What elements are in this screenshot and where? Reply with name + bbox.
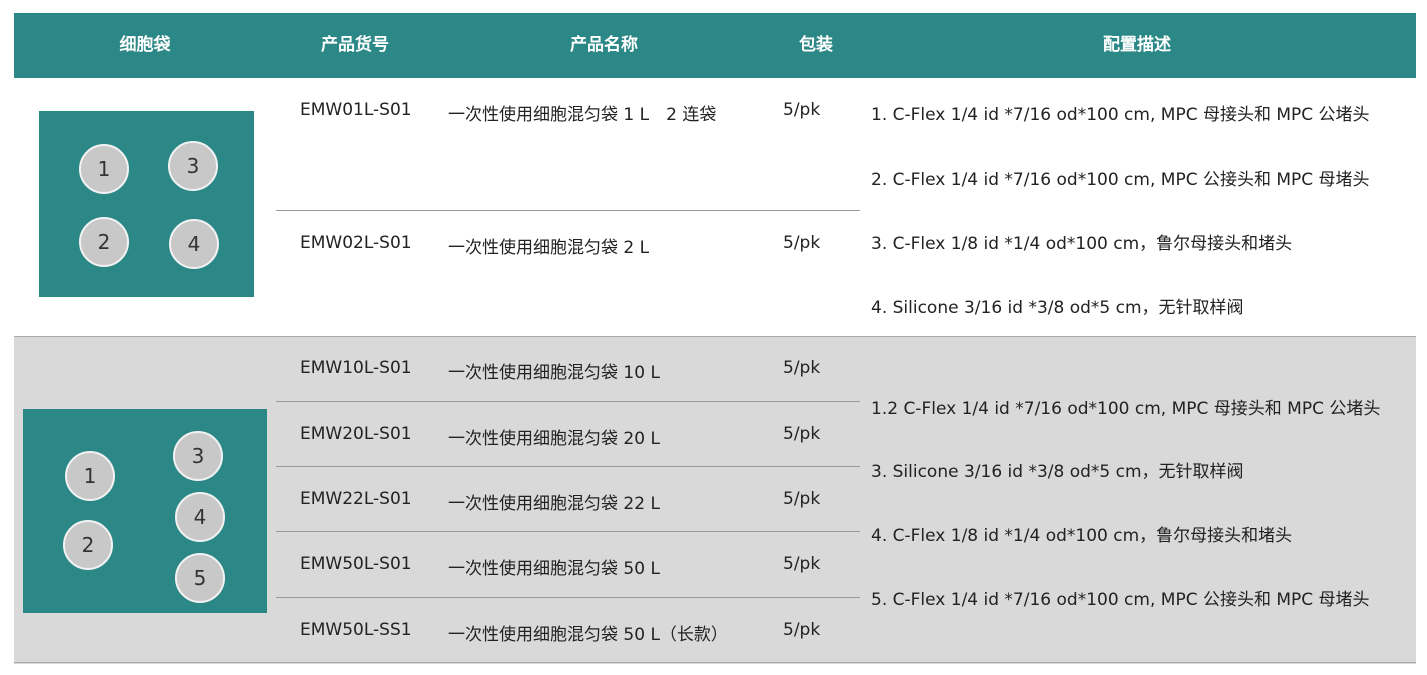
product-name: 一次性使用细胞混匀袋 10 L <box>448 363 660 383</box>
port-icon: 3 <box>173 431 223 481</box>
product-name: 一次性使用细胞混匀袋 22 L <box>448 494 660 514</box>
bag-diagram-5-port: 1 2 3 4 5 <box>23 409 267 613</box>
package: 5/pk <box>783 100 821 120</box>
package: 5/pk <box>783 620 821 640</box>
product-name: 一次性使用细胞混匀袋 50 L（长款） <box>448 625 728 645</box>
config-line: 3. C-Flex 1/8 id *1/4 od*100 cm，鲁尔母接头和堵头 <box>871 234 1293 254</box>
config-line: 1.2 C-Flex 1/4 id *7/16 od*100 cm, MPC 母… <box>871 399 1381 419</box>
row-divider <box>276 210 860 211</box>
config-line: 1. C-Flex 1/4 id *7/16 od*100 cm, MPC 母接… <box>871 105 1370 125</box>
product-name: 一次性使用细胞混匀袋 2 L <box>448 238 650 258</box>
port-icon: 1 <box>79 144 129 194</box>
config-line: 4. Silicone 3/16 id *3/8 od*5 cm，无针取样阀 <box>871 298 1244 318</box>
port-icon: 4 <box>175 492 225 542</box>
row-divider <box>276 401 860 402</box>
product-code: EMW22L-S01 <box>300 489 412 509</box>
product-code: EMW20L-S01 <box>300 424 412 444</box>
product-code: EMW50L-S01 <box>300 554 412 574</box>
header-code: 产品货号 <box>321 35 389 55</box>
product-name: 一次性使用细胞混匀袋 20 L <box>448 429 660 449</box>
header-bag: 细胞袋 <box>119 35 171 55</box>
port-icon: 5 <box>175 553 225 603</box>
package: 5/pk <box>783 489 821 509</box>
config-line: 5. C-Flex 1/4 id *7/16 od*100 cm, MPC 公接… <box>871 590 1370 610</box>
header-name: 产品名称 <box>570 35 638 55</box>
table-header: 细胞袋 产品货号 产品名称 包装 配置描述 <box>14 13 1416 78</box>
table-bottom-border <box>14 662 1416 663</box>
port-icon: 1 <box>65 451 115 501</box>
package: 5/pk <box>783 424 821 444</box>
package: 5/pk <box>783 358 821 378</box>
config-line: 4. C-Flex 1/8 id *1/4 od*100 cm，鲁尔母接头和堵头 <box>871 526 1293 546</box>
product-code: EMW10L-S01 <box>300 358 412 378</box>
port-icon: 3 <box>168 141 218 191</box>
bag-diagram-4-port: 1 3 2 4 <box>39 111 254 297</box>
product-name: 一次性使用细胞混匀袋 50 L <box>448 559 660 579</box>
port-icon: 2 <box>63 520 113 570</box>
product-name: 一次性使用细胞混匀袋 1 L 2 连袋 <box>448 105 717 125</box>
header-pack: 包装 <box>799 35 833 55</box>
package: 5/pk <box>783 233 821 253</box>
port-icon: 2 <box>79 217 129 267</box>
row-divider <box>276 466 860 467</box>
product-code: EMW01L-S01 <box>300 100 412 120</box>
product-code: EMW02L-S01 <box>300 233 412 253</box>
package: 5/pk <box>783 554 821 574</box>
config-line: 3. Silicone 3/16 id *3/8 od*5 cm，无针取样阀 <box>871 462 1244 482</box>
header-config: 配置描述 <box>1103 35 1171 55</box>
product-code: EMW50L-SS1 <box>300 620 412 640</box>
port-icon: 4 <box>169 219 219 269</box>
row-divider <box>276 597 860 598</box>
config-line: 2. C-Flex 1/4 id *7/16 od*100 cm, MPC 公接… <box>871 170 1370 190</box>
row-divider <box>276 531 860 532</box>
